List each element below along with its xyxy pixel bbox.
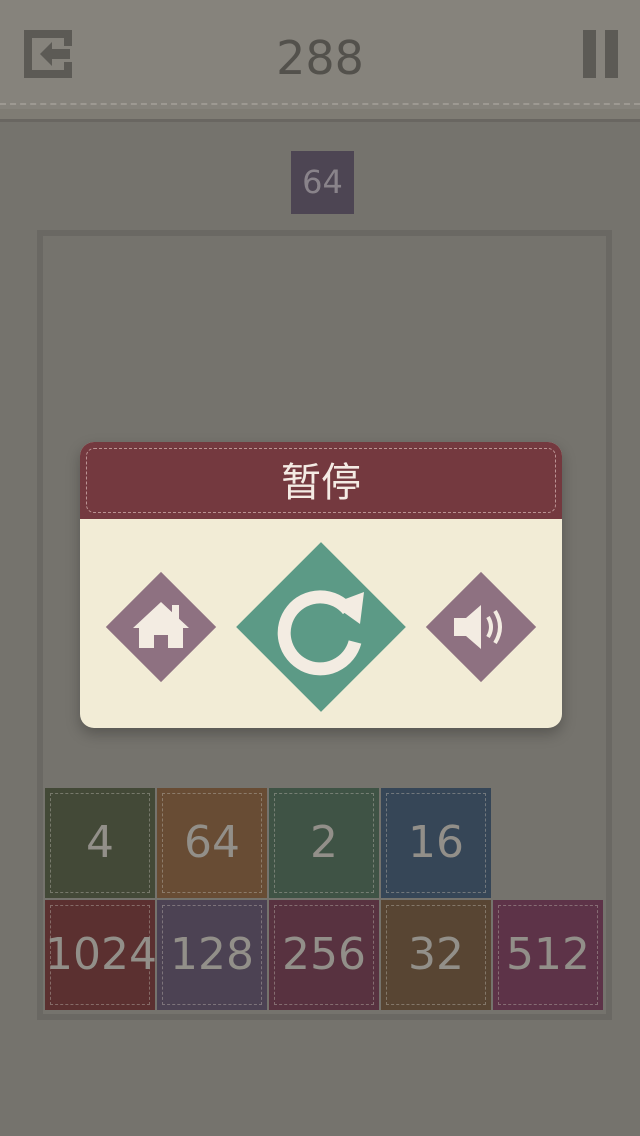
pause-dialog: 暂停: [80, 442, 562, 728]
home-button[interactable]: [105, 571, 217, 683]
sound-button[interactable]: [425, 571, 537, 683]
restart-button[interactable]: [236, 542, 406, 712]
dialog-title: 暂停: [281, 460, 361, 506]
restart-icon: [277, 590, 364, 676]
speaker-icon: [454, 605, 502, 649]
home-icon: [133, 602, 189, 648]
